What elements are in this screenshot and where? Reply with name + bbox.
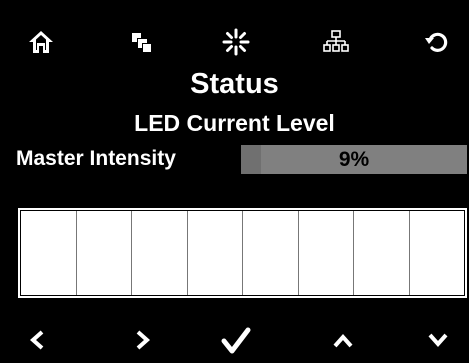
down-button[interactable] [418, 320, 458, 360]
led-channel-levels [18, 208, 467, 298]
led-channel-segment [132, 211, 188, 295]
network-icon [323, 30, 349, 52]
chevron-up-icon [333, 333, 353, 348]
led-channel-segment [21, 211, 77, 295]
copy-button[interactable] [121, 22, 161, 62]
refresh-button[interactable] [417, 22, 457, 62]
check-icon [221, 327, 251, 354]
led-channel-segment [409, 211, 464, 295]
master-intensity-bar: 9% [241, 145, 467, 174]
led-channel-segment [187, 211, 243, 295]
brightness-icon [222, 28, 250, 56]
copy-icon [132, 33, 151, 52]
top-toolbar [0, 22, 469, 62]
next-button[interactable] [122, 320, 162, 360]
brightness-button[interactable] [216, 22, 256, 62]
bottom-navigation [0, 320, 469, 360]
chevron-right-icon [136, 330, 151, 350]
network-button[interactable] [316, 22, 356, 62]
led-channel-segment [354, 211, 410, 295]
chevron-down-icon [428, 333, 448, 348]
previous-button[interactable] [18, 320, 58, 360]
chevron-left-icon [29, 330, 44, 350]
confirm-button[interactable] [216, 320, 256, 360]
refresh-icon [425, 32, 448, 52]
led-channel-segment [76, 211, 132, 295]
page-title: Status [190, 68, 279, 100]
home-button[interactable] [21, 22, 61, 62]
up-button[interactable] [323, 320, 363, 360]
led-channel-segment [298, 211, 354, 295]
master-intensity-value: 9% [338, 148, 370, 171]
led-channel-segment [243, 211, 299, 295]
home-icon [29, 31, 53, 53]
master-intensity-label: Master Intensity [16, 147, 176, 170]
page-subtitle: LED Current Level [134, 110, 335, 136]
